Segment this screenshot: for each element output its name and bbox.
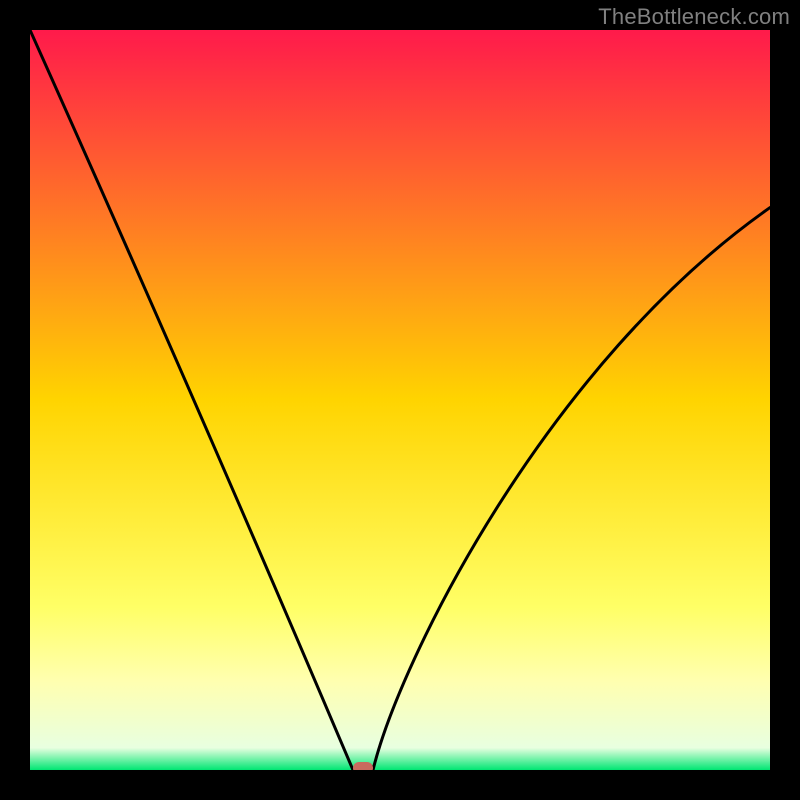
watermark-text: TheBottleneck.com [598,4,790,30]
chart-container: TheBottleneck.com [0,0,800,800]
gradient-background [30,30,770,770]
optimum-marker [353,762,373,770]
plot-area [30,30,770,770]
chart-svg [30,30,770,770]
